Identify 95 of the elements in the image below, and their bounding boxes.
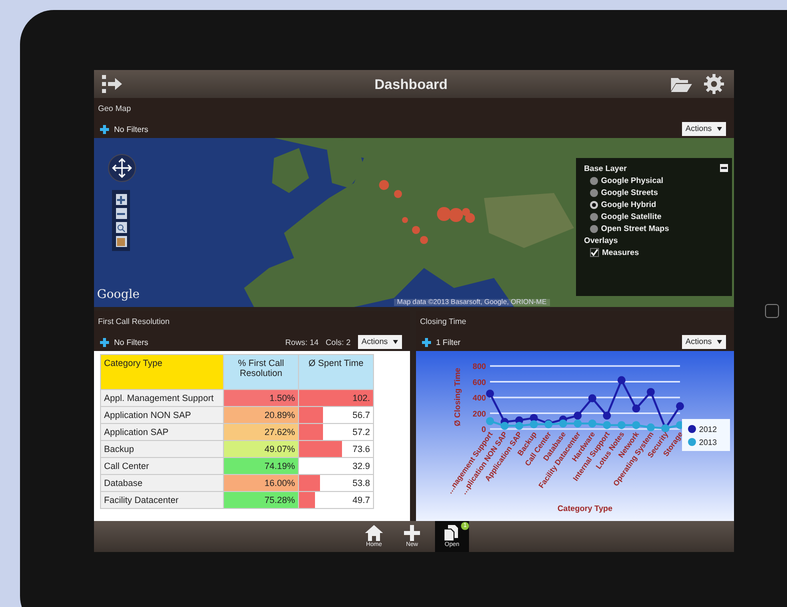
y-tick-label: 0 <box>482 425 486 434</box>
data-point <box>602 421 611 430</box>
table-cell: Call Center <box>100 458 224 474</box>
radio-button[interactable] <box>590 212 598 220</box>
data-point <box>515 422 524 430</box>
filter-label: No Filters <box>114 338 148 346</box>
data-point <box>486 417 494 426</box>
layer-option[interactable]: Open Street Maps <box>601 224 670 233</box>
y-tick-label: 200 <box>472 409 486 418</box>
documents-icon <box>443 525 461 541</box>
table-cell: 102. <box>298 390 374 406</box>
checkbox[interactable] <box>590 248 599 257</box>
actions-dropdown[interactable]: Actions <box>682 122 726 136</box>
x-axis-title: Category Type <box>558 504 612 513</box>
app-title: Dashboard <box>374 76 448 92</box>
table-cell: 74.19% <box>224 458 298 474</box>
table-cell: 27.62% <box>224 424 298 440</box>
legend-label: 2013 <box>699 438 717 447</box>
legend-marker <box>688 425 696 433</box>
panel-title: Geo Map <box>97 103 131 115</box>
y-axis-title: Ø Closing Time <box>453 368 462 426</box>
actions-dropdown[interactable]: Actions <box>682 335 726 349</box>
minimize-icon[interactable] <box>720 164 728 172</box>
overlay-option[interactable]: Measures <box>602 248 639 257</box>
data-point <box>618 421 626 430</box>
table-cell: Application NON SAP <box>100 406 224 424</box>
add-filter-icon[interactable] <box>422 338 431 346</box>
zoom-in-icon[interactable] <box>116 194 126 205</box>
filter-label: No Filters <box>114 124 148 134</box>
table-cell: 32.9 <box>298 458 374 474</box>
y-tick-label: 400 <box>472 394 486 402</box>
layer-option[interactable]: Google Streets <box>601 188 658 197</box>
settings-icon[interactable] <box>704 74 724 94</box>
column-header: % First Call Resolution <box>224 354 298 390</box>
table-cell: 16.00% <box>224 474 298 492</box>
legend-label: 2012 <box>699 425 717 434</box>
table-cell: Backup <box>100 440 224 458</box>
radio-button[interactable] <box>590 200 598 208</box>
table-cell: 1.50% <box>224 390 298 406</box>
table-cell: Appl. Management Support <box>100 390 224 406</box>
layer-option[interactable]: Google Hybrid <box>601 200 656 209</box>
y-tick-label: 800 <box>472 362 486 371</box>
table-cell: 73.6 <box>298 440 374 458</box>
map-layer-icon[interactable] <box>116 236 126 247</box>
caret-icon <box>717 340 722 344</box>
folder-icon[interactable] <box>670 75 692 93</box>
add-filter-icon[interactable] <box>100 124 109 134</box>
base-layer-heading: Base Layer <box>584 164 627 173</box>
data-point <box>588 394 596 402</box>
add-filter-icon[interactable] <box>100 338 109 346</box>
caret-icon <box>717 126 722 131</box>
data-point <box>602 412 611 420</box>
home-icon <box>365 525 383 541</box>
data-point <box>646 423 655 432</box>
home-button[interactable] <box>765 304 779 318</box>
table-cell: 20.89% <box>224 406 298 424</box>
table-cell: Database <box>100 474 224 492</box>
table-cell: 49.07% <box>224 440 298 458</box>
legend-background <box>682 419 730 451</box>
column-header: Ø Spent Time <box>298 354 374 390</box>
google-logo: Google <box>97 287 140 301</box>
layer-option[interactable]: Google Physical <box>601 176 664 185</box>
table-cell: Facility Datacenter <box>100 492 224 508</box>
zoom-out-icon[interactable] <box>116 208 126 219</box>
data-point <box>646 388 655 396</box>
caret-icon <box>393 340 398 344</box>
layer-option[interactable]: Google Satellite <box>601 212 662 221</box>
exit-icon[interactable] <box>102 75 122 93</box>
column-count: Cols: 2 <box>326 338 351 346</box>
overlays-heading: Overlays <box>584 236 618 245</box>
data-point <box>618 376 626 384</box>
data-point <box>632 421 640 430</box>
data-point <box>588 420 596 428</box>
plus-icon <box>404 525 420 541</box>
legend-marker <box>688 438 696 446</box>
panel-title: Closing Time <box>419 316 466 328</box>
filter-label: 1 Filter <box>436 338 460 346</box>
table-cell: Application SAP <box>100 424 224 440</box>
zoom-box-icon[interactable] <box>116 222 126 233</box>
data-point <box>530 414 538 422</box>
data-point <box>530 420 538 428</box>
data-point <box>676 402 684 410</box>
radio-button[interactable] <box>590 176 598 184</box>
column-header: Category Type <box>100 354 224 390</box>
radio-button[interactable] <box>590 188 598 196</box>
row-count: Rows: 14 <box>285 338 319 346</box>
panel-title: First Call Resolution <box>97 316 170 328</box>
data-point <box>500 422 509 430</box>
y-tick-label: 600 <box>472 378 486 387</box>
data-point <box>574 412 582 420</box>
data-point <box>632 404 640 413</box>
data-point <box>486 390 494 398</box>
radio-button[interactable] <box>590 224 598 232</box>
table-cell: 75.28% <box>224 492 298 508</box>
actions-dropdown[interactable]: Actions <box>358 335 402 349</box>
